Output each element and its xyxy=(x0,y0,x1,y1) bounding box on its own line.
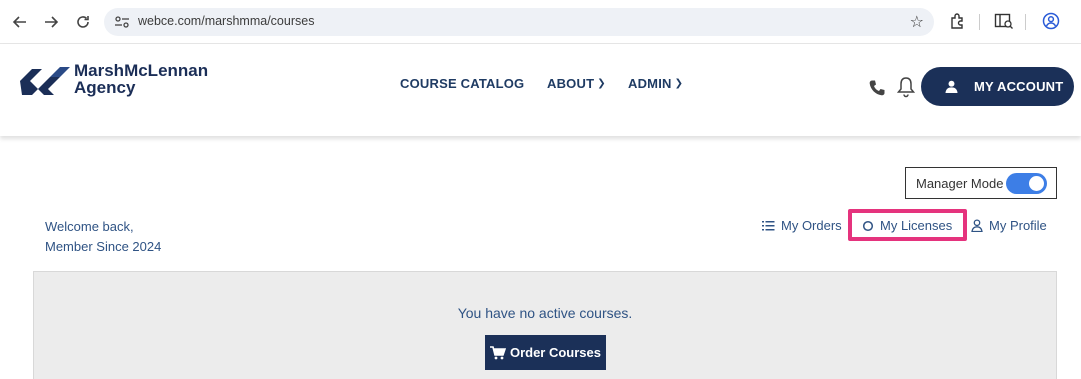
toggle-knob xyxy=(1029,176,1044,191)
logo-line1: MarshMcLennan xyxy=(74,61,209,80)
logo[interactable]: MarshMcLennan Agency xyxy=(20,62,220,102)
logo-line2: Agency xyxy=(74,78,136,97)
my-orders-link[interactable]: My Orders xyxy=(762,218,842,233)
active-courses-panel: You have no active courses. Order Course… xyxy=(33,271,1057,379)
site-header: MarshMcLennan Agency COURSE CATALOG ABOU… xyxy=(0,44,1081,136)
member-since: Member Since 2024 xyxy=(45,239,162,254)
toolbar-divider xyxy=(979,14,980,30)
my-profile-link[interactable]: My Profile xyxy=(971,218,1047,233)
toolbar-divider xyxy=(1025,14,1026,30)
my-licenses-link[interactable]: My Licenses xyxy=(862,218,952,233)
manager-mode-toggle[interactable] xyxy=(1006,173,1047,194)
site-settings-icon[interactable] xyxy=(114,15,130,29)
menu-course-catalog-label: COURSE CATALOG xyxy=(400,76,525,91)
reload-icon[interactable] xyxy=(72,11,94,33)
manager-mode-control: Manager Mode xyxy=(905,167,1057,199)
circle-icon xyxy=(862,220,874,231)
url-text[interactable]: webce.com/marshmma/courses xyxy=(138,14,314,28)
my-orders-label: My Orders xyxy=(781,218,842,233)
phone-icon[interactable] xyxy=(868,79,886,102)
my-account-label: MY ACCOUNT xyxy=(974,79,1064,94)
menu-course-catalog[interactable]: COURSE CATALOG xyxy=(400,76,524,91)
person-outline-icon xyxy=(971,219,983,232)
menu-admin-label: ADMIN xyxy=(628,76,672,91)
logo-text: MarshMcLennan Agency xyxy=(74,62,208,96)
address-bar[interactable]: webce.com/marshmma/courses ☆ xyxy=(104,8,934,36)
manager-mode-label: Manager Mode xyxy=(916,176,1004,191)
list-icon xyxy=(762,221,775,231)
menu-admin[interactable]: ADMIN ❯ xyxy=(628,76,683,91)
browser-toolbar: webce.com/marshmma/courses ☆ xyxy=(0,0,1081,44)
order-courses-label: Order Courses xyxy=(509,345,602,360)
back-icon[interactable] xyxy=(9,11,31,33)
user-icon xyxy=(945,80,958,93)
cart-icon xyxy=(489,345,506,359)
bell-icon[interactable] xyxy=(896,76,916,103)
extensions-icon[interactable] xyxy=(949,12,967,35)
chevron-down-icon: ❯ xyxy=(597,78,606,89)
menu-about[interactable]: ABOUT ❯ xyxy=(547,76,606,91)
menu-about-label: ABOUT xyxy=(547,76,595,91)
welcome-line: Welcome back, xyxy=(45,219,134,234)
chevron-down-icon: ❯ xyxy=(674,78,684,89)
profile-icon[interactable] xyxy=(1042,12,1060,35)
welcome-message: Welcome back, Member Since 2024 xyxy=(45,217,161,257)
empty-courses-message: You have no active courses. xyxy=(457,305,633,321)
star-icon[interactable]: ☆ xyxy=(910,12,924,32)
my-licenses-label: My Licenses xyxy=(880,218,953,233)
side-panel-icon[interactable] xyxy=(994,12,1014,35)
my-account-button[interactable]: MY ACCOUNT xyxy=(921,67,1074,106)
logo-mark-icon xyxy=(20,67,70,95)
order-courses-button[interactable]: Order Courses xyxy=(485,335,606,370)
my-profile-label: My Profile xyxy=(989,218,1047,233)
forward-icon[interactable] xyxy=(40,11,62,33)
